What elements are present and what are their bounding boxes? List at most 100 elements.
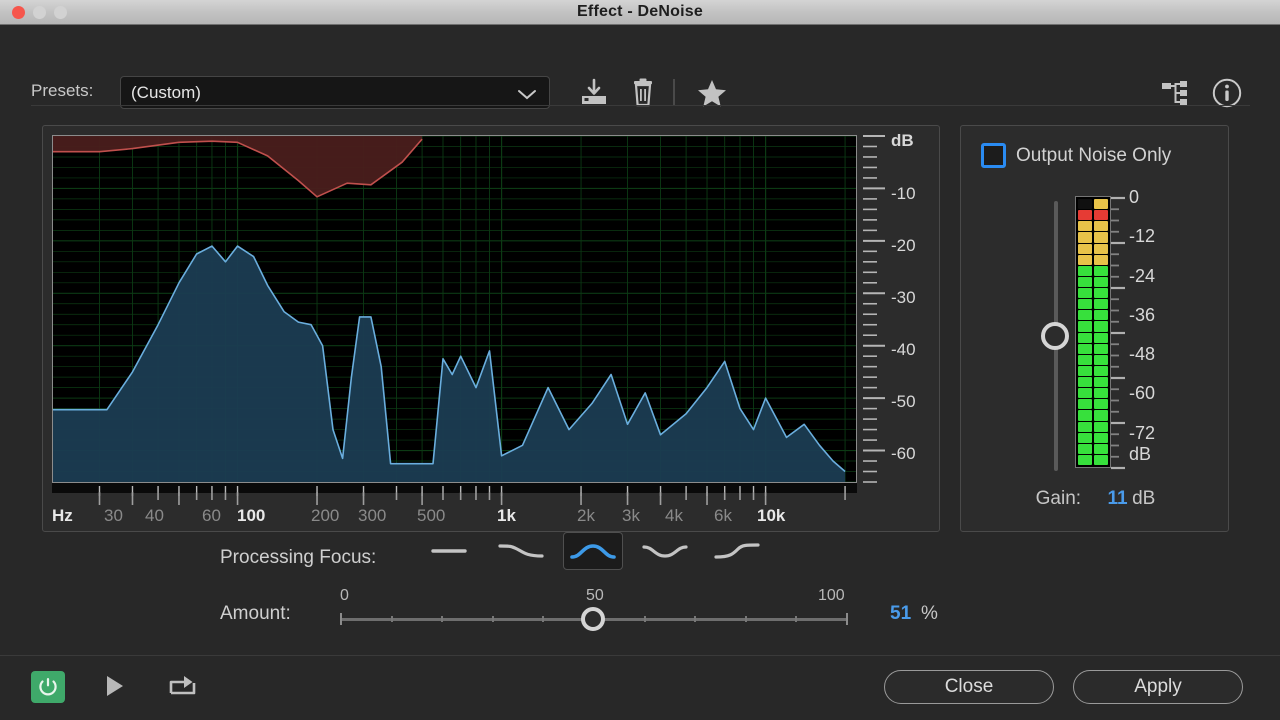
meter-segment xyxy=(1094,199,1108,210)
gain-value[interactable]: 11 xyxy=(1108,488,1128,509)
close-button[interactable]: Close xyxy=(884,670,1054,704)
hz-tick-label: 6k xyxy=(714,506,732,525)
processing-focus-flat-button[interactable] xyxy=(419,532,479,570)
hz-axis: Hz 30 40 60 100 200 300 500 1k 2k 3k 4k … xyxy=(52,492,942,528)
gain-slider-knob[interactable] xyxy=(1041,322,1069,350)
hz-tick-label: 2k xyxy=(577,506,595,525)
amount-label: Amount: xyxy=(220,603,291,624)
meter-scale-label: -48 xyxy=(1129,344,1156,364)
routing-button[interactable] xyxy=(1160,77,1192,114)
amount-tick xyxy=(491,616,494,622)
meter-segment xyxy=(1078,432,1092,443)
meter-segment xyxy=(1094,299,1108,310)
meter-segment xyxy=(1078,265,1092,276)
amount-tick xyxy=(542,616,545,622)
hz-tick-label: 200 xyxy=(311,506,340,525)
amount-value[interactable]: 51 xyxy=(890,603,911,625)
play-icon xyxy=(107,676,123,696)
meter-scale-ticks xyxy=(1111,196,1125,470)
hz-tick-label: 1k xyxy=(497,506,516,525)
meter-segment xyxy=(1078,254,1092,265)
processing-focus-label: Processing Focus: xyxy=(220,547,377,568)
delete-preset-button[interactable] xyxy=(627,77,659,114)
level-meter-right-channel xyxy=(1094,199,1108,465)
amount-tick xyxy=(846,613,848,625)
output-noise-only-label: Output Noise Only xyxy=(1016,144,1172,166)
meter-segment xyxy=(1078,288,1092,299)
hz-tick-label: 4k xyxy=(665,506,683,525)
meter-segment xyxy=(1078,276,1092,287)
meter-segment xyxy=(1094,265,1108,276)
hz-axis-ticks xyxy=(98,492,846,505)
db-tick-label: -10 xyxy=(891,184,916,203)
gain-unit: dB xyxy=(1132,488,1156,509)
meter-segment xyxy=(1078,399,1092,410)
amount-slider-knob[interactable] xyxy=(581,607,605,631)
hz-axis-title: Hz xyxy=(52,506,73,525)
play-preview-button[interactable] xyxy=(104,674,126,703)
amount-max-label: 100 xyxy=(818,587,845,604)
output-panel: Output Noise Only 0 -12 -24 -36 -48 -60 … xyxy=(960,125,1229,532)
meter-segment xyxy=(1078,365,1092,376)
amount-tick xyxy=(441,616,444,622)
meter-scale-label: -72 xyxy=(1129,423,1156,443)
amount-slider[interactable]: 0 50 100 xyxy=(340,587,848,633)
hz-tick-label: 40 xyxy=(145,506,164,525)
level-meter-scale: 0 -12 -24 -36 -48 -60 -72 dB xyxy=(1111,187,1221,477)
amount-unit: % xyxy=(921,603,938,624)
spectrum-plot[interactable] xyxy=(52,135,857,483)
meter-scale-unit: dB xyxy=(1129,444,1152,464)
output-noise-only-row[interactable]: Output Noise Only xyxy=(981,143,1171,168)
maximize-window-button[interactable] xyxy=(54,6,67,19)
presets-label: Presets: xyxy=(31,81,94,100)
low-shelf-up-curve-icon xyxy=(714,543,760,559)
processing-focus-low-shelf-up-button[interactable] xyxy=(707,532,767,570)
processing-focus-row: Processing Focus: xyxy=(0,532,1280,579)
hz-tick-label: 300 xyxy=(358,506,387,525)
output-noise-only-checkbox[interactable] xyxy=(981,143,1006,168)
amount-mid-label: 50 xyxy=(586,587,604,604)
meter-segment xyxy=(1078,410,1092,421)
power-toggle-button[interactable] xyxy=(31,671,65,703)
close-window-button[interactable] xyxy=(12,6,25,19)
chevron-down-icon xyxy=(518,90,536,100)
processing-focus-bell-up-button[interactable] xyxy=(563,532,623,570)
info-button[interactable] xyxy=(1211,77,1243,114)
amount-tick xyxy=(390,616,393,622)
meter-segment xyxy=(1078,388,1092,399)
meter-segment xyxy=(1078,221,1092,232)
hz-tick-label: 60 xyxy=(202,506,221,525)
meter-segment xyxy=(1094,332,1108,343)
meter-segment xyxy=(1094,421,1108,432)
save-preset-button[interactable] xyxy=(578,77,610,114)
amount-tick xyxy=(340,613,342,625)
meter-segment xyxy=(1094,221,1108,232)
meter-segment xyxy=(1078,210,1092,221)
power-icon xyxy=(39,678,57,696)
gain-slider[interactable] xyxy=(1041,201,1071,471)
db-axis-title: dB xyxy=(891,131,914,150)
amount-min-label: 0 xyxy=(340,587,349,604)
footer-divider xyxy=(0,655,1280,656)
processing-focus-bell-down-button[interactable] xyxy=(635,532,695,570)
meter-segment xyxy=(1094,388,1108,399)
meter-segment xyxy=(1094,310,1108,321)
favorite-preset-button[interactable] xyxy=(696,77,728,114)
apply-button[interactable]: Apply xyxy=(1073,670,1243,704)
meter-segment xyxy=(1078,454,1092,465)
level-meter xyxy=(1075,196,1111,468)
hz-tick-label: 500 xyxy=(417,506,446,525)
gain-label: Gain: xyxy=(1035,488,1082,509)
meter-scale-label: -12 xyxy=(1129,226,1156,246)
meter-segment xyxy=(1094,443,1108,454)
meter-segment xyxy=(1078,199,1092,210)
meter-segment xyxy=(1094,288,1108,299)
meter-segment xyxy=(1094,321,1108,332)
meter-segment xyxy=(1094,365,1108,376)
processing-focus-high-shelf-down-button[interactable] xyxy=(491,532,551,570)
meter-segment xyxy=(1094,399,1108,410)
loop-playback-button[interactable] xyxy=(168,674,198,703)
meter-segment xyxy=(1094,232,1108,243)
minimize-window-button[interactable] xyxy=(33,6,46,19)
meter-segment xyxy=(1078,443,1092,454)
